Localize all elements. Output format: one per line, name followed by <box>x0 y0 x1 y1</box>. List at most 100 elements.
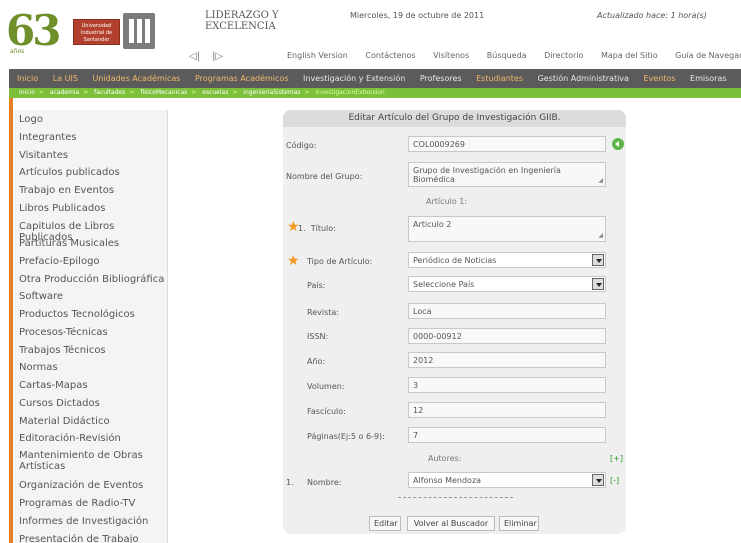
anio-label: Año: <box>307 357 326 366</box>
university-badge[interactable]: Universidad Industrial de Santander <box>73 19 120 45</box>
sidebar-item[interactable]: Normas <box>19 362 58 373</box>
sidebar-item[interactable]: Visitantes <box>19 150 68 161</box>
sidebar-item[interactable]: Informes de Investigación <box>19 516 148 527</box>
editar-button[interactable]: Editar <box>369 516 401 531</box>
sidebar-item[interactable]: Trabajo en Eventos <box>19 185 114 196</box>
sidebar-item[interactable]: Artículos publicados <box>19 167 120 178</box>
sidebar-item[interactable]: Logo <box>19 114 43 125</box>
sidebar-item[interactable]: Procesos-Técnicas <box>19 327 108 338</box>
remove-author-button[interactable]: [-] <box>610 476 619 485</box>
chevron-down-icon[interactable] <box>592 278 604 290</box>
nav-item[interactable]: Profesores <box>420 74 462 83</box>
nav-item[interactable]: Inicio <box>17 74 38 83</box>
titulo-field[interactable]: Articulo 2 ◢ <box>408 216 606 242</box>
revista-label: Revista: <box>307 308 339 317</box>
autor-value: Alfonso Mendoza <box>413 476 482 485</box>
grupo-field[interactable]: Grupo de Investigación en Ingeniería Bio… <box>408 162 606 187</box>
sidebar-item[interactable]: Material Didáctico <box>19 416 110 427</box>
sidebar-item[interactable]: Integrantes <box>19 132 77 143</box>
articulo-heading: Artículo 1: <box>426 197 468 206</box>
breadcrumb-item[interactable]: facultades <box>94 89 125 96</box>
sidebar-item[interactable]: Organización de Eventos <box>19 480 143 491</box>
nav-item[interactable]: Eventos <box>644 74 676 83</box>
breadcrumb-item[interactable]: investigacionExtension <box>315 89 384 96</box>
autor-select[interactable]: Alfonso Mendoza <box>408 472 606 488</box>
sidebar-item[interactable]: Productos Tecnológicos <box>19 309 135 320</box>
resize-handle-icon[interactable]: ◢ <box>598 231 603 240</box>
back-arrow-icon[interactable]: ◁| <box>189 51 200 62</box>
breadcrumb-item[interactable]: Inicio <box>19 89 35 96</box>
sidebar-item[interactable]: Cartas-Mapas <box>19 380 88 391</box>
sidebar-item[interactable]: Trabajos Técnicos <box>19 345 106 356</box>
top-links: English Version Contáctenos Visítenos Bú… <box>287 51 741 60</box>
fasciculo-label: Fascículo: <box>307 407 346 416</box>
updated-status: Actualizado hace: 1 hora(s) <box>597 11 707 20</box>
toplink[interactable]: Directorio <box>544 51 583 60</box>
titulo-value: Articulo 2 <box>413 220 452 229</box>
slogan-line-2: EXCELENCIA <box>205 21 276 32</box>
sidebar-item[interactable]: Software <box>19 291 63 302</box>
nav-item[interactable]: Estudiantes <box>476 74 523 83</box>
autor-number: 1. <box>286 478 294 487</box>
breadcrumb-item[interactable]: escuelas <box>202 89 228 96</box>
sidebar-item[interactable]: Cursos Dictados <box>19 398 100 409</box>
toplink[interactable]: Contáctenos <box>365 51 415 60</box>
anio-field[interactable]: 2012 <box>408 352 606 368</box>
chevron-down-icon[interactable] <box>592 254 604 266</box>
resize-handle-icon[interactable]: ◢ <box>598 176 603 185</box>
volumen-field[interactable]: 3 <box>408 377 606 393</box>
toplink[interactable]: Visítenos <box>433 51 469 60</box>
toplink[interactable]: Guía de Navegación <box>675 51 741 60</box>
volver-button[interactable]: Volver al Buscador <box>407 516 495 531</box>
go-back-icon[interactable] <box>612 138 624 150</box>
paginas-field[interactable]: 7 <box>408 427 606 443</box>
sidebar-item[interactable]: Presentación de Trabajo <box>19 534 139 543</box>
panel-title: Editar Artículo del Grupo de Investigaci… <box>283 110 626 127</box>
sidebar: Logo Integrantes Visitantes Artículos pu… <box>13 110 168 543</box>
breadcrumb-item[interactable]: academia <box>50 89 79 96</box>
pais-select[interactable]: Seleccione País <box>408 276 606 292</box>
breadcrumb-item[interactable]: fisicoMecanicas <box>140 89 187 96</box>
issn-field[interactable]: 0000-00912 <box>408 328 606 344</box>
site-header: 63 años Universidad Industrial de Santan… <box>0 0 741 64</box>
slogan-line-1: LIDERAZGO Y <box>205 10 279 21</box>
volumen-label: Volumen: <box>307 382 345 391</box>
nav-item[interactable]: Programas Académicos <box>195 74 288 83</box>
fasciculo-field[interactable]: 12 <box>408 402 606 418</box>
sidebar-item[interactable]: Mantenimiento de Obras Artísticas <box>19 450 159 472</box>
main-nav: Inicio La UIS Unidades Académicas Progra… <box>9 69 741 88</box>
forward-arrow-icon[interactable]: |▷ <box>212 51 223 62</box>
sidebar-item[interactable]: Prefacio-Epilogo <box>19 256 100 267</box>
uis-logo-icon[interactable] <box>123 13 155 49</box>
nav-item[interactable]: Gestión Administrativa <box>538 74 629 83</box>
nav-item[interactable]: Investigación y Extensión <box>303 74 405 83</box>
tipo-select[interactable]: Periódico de Noticias <box>408 252 606 268</box>
add-author-button[interactable]: [+] <box>610 454 623 463</box>
nav-item[interactable]: Unidades Académicas <box>92 74 180 83</box>
grupo-label: Nombre del Grupo: <box>286 172 363 181</box>
sidebar-item[interactable]: Editoración-Revisión <box>19 433 121 444</box>
revista-field[interactable]: Loca <box>408 303 606 319</box>
toplink[interactable]: Búsqueda <box>487 51 527 60</box>
required-star-icon: ★ <box>287 253 300 269</box>
eliminar-button[interactable]: Eliminar <box>499 516 539 531</box>
chevron-down-icon[interactable] <box>592 474 604 486</box>
sidebar-item[interactable]: Libros Publicados <box>19 203 106 214</box>
codigo-field[interactable]: COL0009269 <box>408 136 606 152</box>
titulo-label: 1. Título: <box>298 224 336 233</box>
toplink[interactable]: Mapa del Sitio <box>601 51 658 60</box>
codigo-label: Código: <box>286 141 317 150</box>
slogan: LIDERAZGO Y EXCELENCIA <box>205 10 279 32</box>
divider <box>398 497 513 498</box>
sidebar-item[interactable]: Partituras Musicales <box>19 238 119 249</box>
breadcrumb-item[interactable]: ingenieriaSistemas <box>243 89 300 96</box>
toplink[interactable]: English Version <box>287 51 348 60</box>
anniversary-logo[interactable]: 63 años <box>6 6 74 60</box>
nav-item[interactable]: Emisoras <box>690 74 727 83</box>
sidebar-item[interactable]: Otra Producción Bibliográfica <box>19 274 164 285</box>
issn-label: ISSN: <box>307 332 329 341</box>
nav-item[interactable]: La UIS <box>53 74 78 83</box>
grupo-value: Grupo de Investigación en Ingeniería Bio… <box>413 166 561 184</box>
sidebar-item[interactable]: Programas de Radio-TV <box>19 498 135 509</box>
titulo-number: 1. <box>298 224 306 233</box>
